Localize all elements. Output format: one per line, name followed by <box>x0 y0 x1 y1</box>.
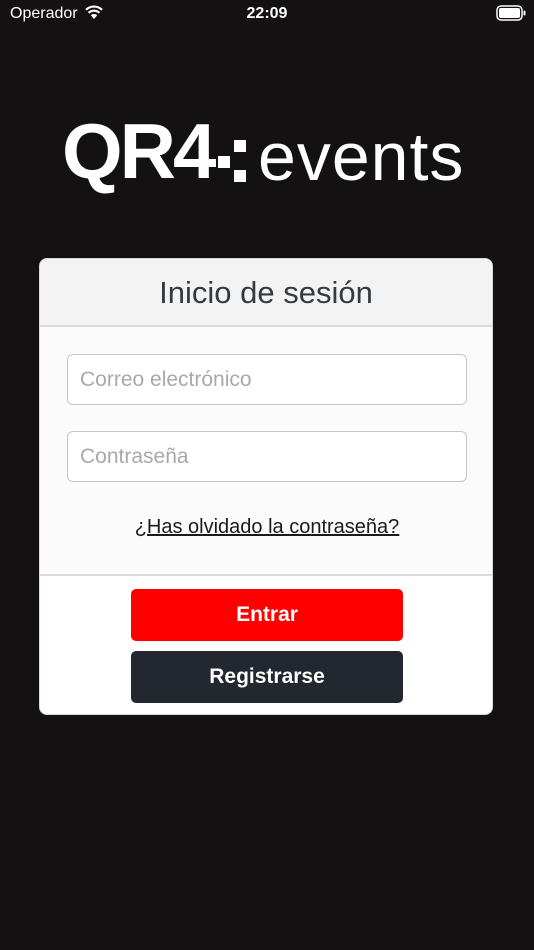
register-button[interactable]: Registrarse <box>131 651 403 703</box>
password-field[interactable] <box>67 431 467 482</box>
login-title: Inicio de sesión <box>159 275 373 310</box>
status-bar: Operador 22:09 <box>0 0 534 28</box>
battery-icon <box>496 5 526 21</box>
forgot-password-link[interactable]: ¿Has olvidado la contraseña? <box>40 516 492 539</box>
logo-qr-text: QR4 <box>62 107 216 195</box>
status-time: 22:09 <box>246 5 288 22</box>
qr4-events-logo: QR4 events <box>62 108 472 196</box>
email-field[interactable] <box>67 354 467 405</box>
logo-mark-icon <box>218 140 246 182</box>
login-card-header: Inicio de sesión <box>40 259 492 327</box>
login-card: Inicio de sesión ¿Has olvidado la contra… <box>39 258 493 715</box>
login-card-footer: Entrar Registrarse <box>40 574 492 714</box>
login-button[interactable]: Entrar <box>131 589 403 641</box>
logo-events-text: events <box>258 119 465 195</box>
